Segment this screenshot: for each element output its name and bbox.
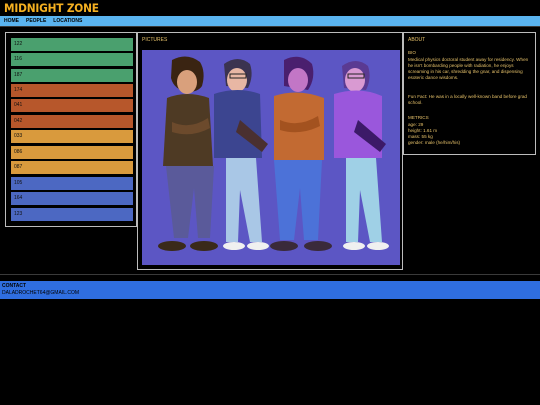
nav-locations-link[interactable]: LOCATIONS xyxy=(53,18,82,24)
header-divider xyxy=(0,26,540,27)
list-item[interactable]: 122 xyxy=(11,38,133,51)
content-divider xyxy=(0,274,540,275)
list-item[interactable]: 116 xyxy=(11,53,133,66)
pictures-panel: PICTURES xyxy=(137,32,403,270)
list-item[interactable]: 041 xyxy=(11,99,133,112)
metric-gender: gender: male (he/him/his) xyxy=(408,140,461,145)
list-item[interactable]: 087 xyxy=(11,161,133,174)
character-artwork xyxy=(142,50,400,265)
fun-fact-text: Fun Fact: He was in a locally well-known… xyxy=(408,94,527,106)
bio-heading: BIO xyxy=(408,50,416,55)
site-title[interactable]: MIDNIGHT ZONE xyxy=(4,1,99,15)
contact-heading: CONTACT xyxy=(2,283,27,289)
figure-purple xyxy=(334,61,389,250)
bio-text: Medical physics doctoral student away fo… xyxy=(408,57,529,81)
list-item[interactable]: 123 xyxy=(11,208,133,221)
figure-brown xyxy=(158,56,218,251)
list-item[interactable]: 187 xyxy=(11,69,133,82)
nav-people-link[interactable]: PEOPLE xyxy=(26,18,46,24)
contact-footer: CONTACT DALADROCHET64@GMAIL.COM xyxy=(0,281,540,299)
list-item[interactable]: 033 xyxy=(11,130,133,143)
about-label: ABOUT xyxy=(408,37,426,43)
character-illustration xyxy=(158,56,389,251)
nav-home-link[interactable]: HOME xyxy=(4,18,19,24)
list-item[interactable]: 042 xyxy=(11,115,133,128)
nav-bar: HOME PEOPLE LOCATIONS xyxy=(0,16,540,26)
pictures-label: PICTURES xyxy=(142,37,168,43)
list-item[interactable]: 174 xyxy=(11,84,133,97)
contact-email-link[interactable]: DALADROCHET64@GMAIL.COM xyxy=(2,290,79,296)
figure-blue xyxy=(214,59,269,250)
people-list-panel: 122 116 187 174 041 042 033 086 087 105 … xyxy=(5,32,137,227)
title-bar: MIDNIGHT ZONE xyxy=(0,0,540,16)
list-item[interactable]: 105 xyxy=(11,177,133,190)
list-item[interactable]: 164 xyxy=(11,192,133,205)
about-panel: ABOUT BIO Medical physics doctoral stude… xyxy=(403,32,536,155)
figure-orange xyxy=(270,56,332,251)
metrics-heading: METRICS xyxy=(408,115,429,120)
list-item[interactable]: 086 xyxy=(11,146,133,159)
